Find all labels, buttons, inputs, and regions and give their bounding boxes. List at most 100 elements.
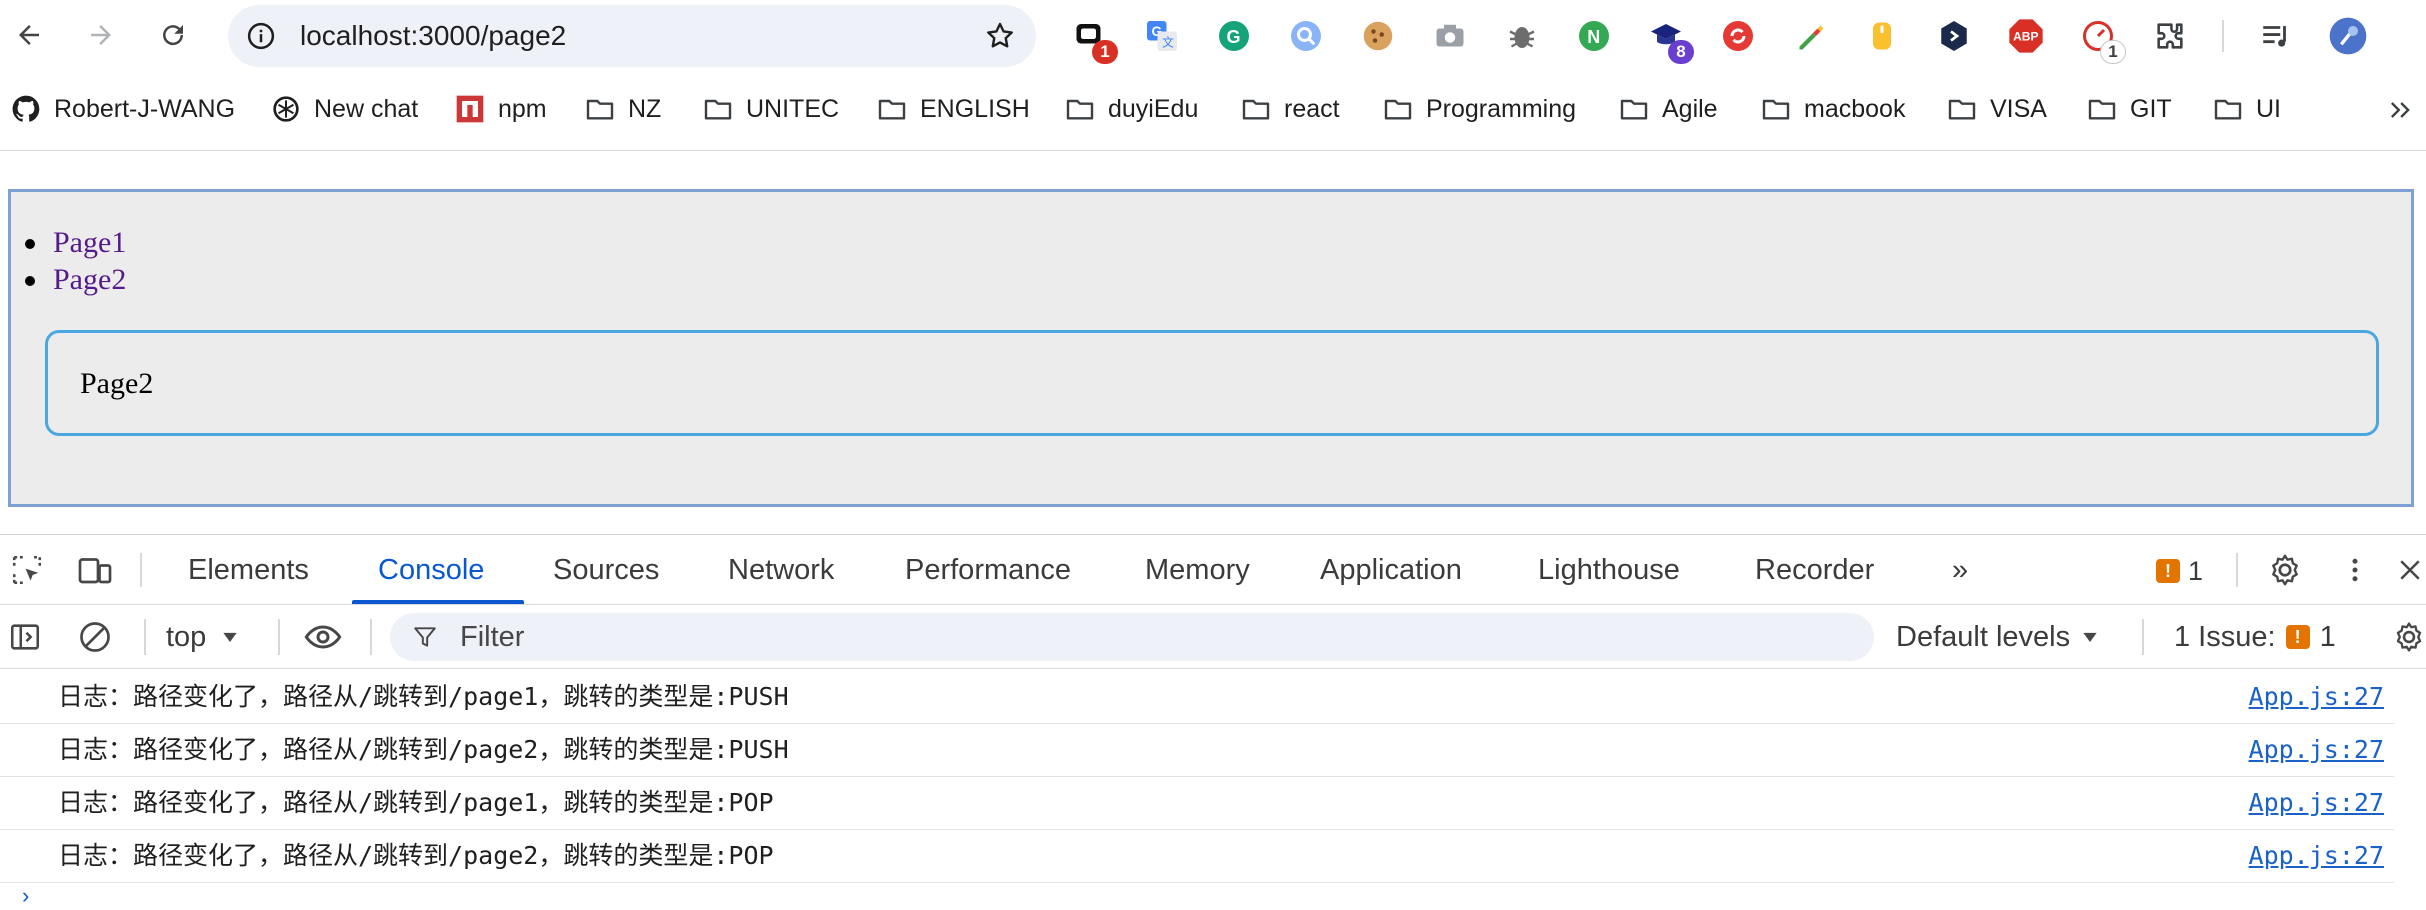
ext-chat-icon[interactable]: 1 (1070, 16, 1118, 64)
more-tabs-button[interactable]: » (1952, 535, 1968, 605)
bookmark-folder-react[interactable]: react (1240, 86, 1340, 132)
bookmark-folder-english[interactable]: ENGLISH (876, 86, 1030, 132)
bookmark-label: New chat (314, 94, 419, 123)
kebab-menu-icon[interactable] (2334, 549, 2376, 591)
devtools-separator (370, 619, 372, 655)
hex-icon[interactable] (1934, 16, 1974, 56)
tab-sources[interactable]: Sources (553, 535, 659, 605)
folder-icon (878, 99, 906, 120)
bookmark-robert-j-wang[interactable]: Robert-J-WANG (10, 86, 235, 132)
log-source-link[interactable]: App.js:27 (2249, 671, 2384, 723)
bookmark-folder-duyiedu[interactable]: duyiEdu (1064, 86, 1198, 132)
url-text[interactable]: localhost:3000/page2 (300, 5, 566, 67)
back-button[interactable] (8, 14, 50, 56)
close-devtools-icon[interactable] (2394, 549, 2426, 591)
search-lens-icon[interactable] (1286, 16, 1326, 56)
console-prompt[interactable]: › (0, 883, 2426, 910)
issues-counter[interactable]: ! 1 (2156, 555, 2204, 586)
node-icon[interactable]: N (1574, 16, 1614, 56)
adblock-icon[interactable]: ABP (2006, 16, 2046, 56)
bookmark-folder-ui[interactable]: UI (2212, 86, 2281, 132)
tab-console[interactable]: Console (378, 535, 484, 605)
bookmark-npm[interactable]: npm (454, 86, 547, 132)
bookmark-folder-agile[interactable]: Agile (1618, 86, 1718, 132)
bookmark-folder-visa[interactable]: VISA (1946, 86, 2047, 132)
svg-text:文: 文 (1162, 35, 1174, 50)
bookmark-folder-unitec[interactable]: UNITEC (702, 86, 839, 132)
bookmark-new-chat[interactable]: New chat (270, 86, 418, 132)
inspect-element-icon[interactable] (6, 549, 48, 591)
live-expression-eye-icon[interactable] (302, 616, 344, 658)
console-issues-button[interactable]: 1 Issue: ! 1 (2174, 617, 2336, 657)
bookmark-label: UNITEC (746, 94, 840, 123)
context-selector[interactable]: top (166, 617, 240, 657)
folder-icon (1384, 99, 1412, 120)
tab-lighthouse[interactable]: Lighthouse (1538, 535, 1680, 605)
svg-text:N: N (1587, 27, 1600, 47)
grammarly-icon[interactable]: G (1214, 16, 1254, 56)
bug-icon[interactable] (1502, 16, 1542, 56)
context-label: top (166, 620, 207, 653)
bookmarks-overflow-button[interactable] (2380, 90, 2420, 130)
arrow-right-icon (91, 25, 111, 45)
tab-memory[interactable]: Memory (1145, 535, 1250, 605)
bookmark-label: npm (498, 94, 547, 123)
translate-icon[interactable]: G文 (1142, 16, 1182, 56)
bookmark-folder-macbook[interactable]: macbook (1760, 86, 1905, 132)
folder-icon (2088, 99, 2116, 120)
tab-application[interactable]: Application (1320, 535, 1462, 605)
clear-console-icon[interactable] (74, 616, 116, 658)
console-filter (390, 613, 1874, 661)
settings-gear-icon[interactable] (2264, 549, 2306, 591)
folder-icon (2214, 99, 2242, 120)
page-viewport: Page1 Page2 Page2 (0, 151, 2426, 534)
tab-elements[interactable]: Elements (188, 535, 309, 605)
bookmark-label: NZ (628, 94, 662, 123)
toolbar-separator (2222, 20, 2224, 52)
github-icon (12, 95, 40, 122)
log-source-link[interactable]: App.js:27 (2249, 724, 2384, 776)
site-info-icon[interactable] (244, 19, 278, 53)
bookmark-folder-programming[interactable]: Programming (1382, 86, 1576, 132)
folder-icon (1948, 99, 1976, 120)
nav-link-page2[interactable]: Page2 (53, 263, 126, 296)
log-message: 日志：路径变化了，路径从/跳转到/page1，跳转的类型是:PUSH (58, 682, 789, 711)
ext-graduation-badge: 8 (1668, 40, 1694, 64)
log-source-link[interactable]: App.js:27 (2249, 777, 2384, 829)
log-source-link[interactable]: App.js:27 (2249, 830, 2384, 882)
app-container: Page1 Page2 Page2 (8, 189, 2414, 507)
log-levels-label: Default levels (1896, 620, 2071, 653)
console-log-row: 日志：路径变化了，路径从/跳转到/page1，跳转的类型是:POP App.js… (0, 777, 2394, 830)
folder-icon (704, 99, 732, 120)
sidebar-toggle-icon[interactable] (4, 616, 46, 658)
issue-warning-icon: ! (2285, 625, 2310, 649)
tab-network[interactable]: Network (728, 535, 834, 605)
reload-button[interactable] (152, 14, 194, 56)
forward-button[interactable] (80, 14, 122, 56)
camera-icon[interactable] (1430, 16, 1470, 56)
tab-recorder[interactable]: Recorder (1755, 535, 1874, 605)
mouse-icon[interactable] (1862, 16, 1902, 56)
issue-count: 1 (2188, 555, 2204, 586)
filter-input[interactable] (460, 613, 1840, 661)
log-levels-dropdown[interactable]: Default levels (1896, 617, 2100, 657)
extensions-puzzle-icon[interactable] (2150, 16, 2190, 56)
bookmark-folder-git[interactable]: GIT (2086, 86, 2172, 132)
graduation-cap-icon[interactable]: 8 (1646, 16, 1694, 64)
bookmark-label: duyiEdu (1108, 94, 1199, 123)
refresh-ext-icon[interactable] (1718, 16, 1758, 56)
bookmark-folder-nz[interactable]: NZ (584, 86, 661, 132)
console-settings-gear-icon[interactable] (2392, 616, 2426, 658)
nav-link-page1[interactable]: Page1 (53, 226, 126, 259)
profile-avatar[interactable] (2328, 16, 2368, 56)
color-picker-icon[interactable] (1790, 16, 1830, 56)
address-bar[interactable]: localhost:3000/page2 (228, 5, 1036, 67)
device-toolbar-icon[interactable] (74, 549, 116, 591)
devtools-separator (278, 619, 280, 655)
media-control-icon[interactable] (2256, 16, 2296, 56)
speed-icon[interactable]: 1 (2078, 16, 2126, 64)
filter-funnel-icon (414, 627, 436, 647)
cookie-icon[interactable] (1358, 16, 1398, 56)
tab-performance[interactable]: Performance (905, 535, 1071, 605)
bookmark-star-icon[interactable] (982, 18, 1018, 54)
